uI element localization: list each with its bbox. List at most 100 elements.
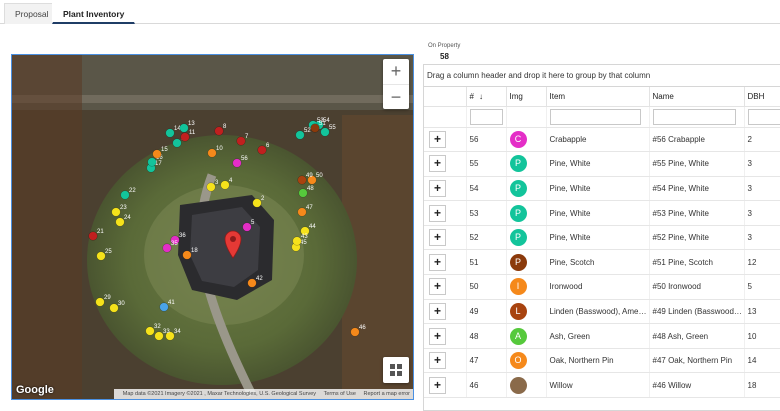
tree-marker[interactable]: 22 — [120, 188, 137, 200]
tree-marker-dot[interactable] — [180, 132, 190, 142]
tree-marker[interactable]: 8 — [214, 124, 227, 136]
tree-marker-dot[interactable] — [111, 207, 121, 217]
tree-marker-dot[interactable] — [147, 157, 157, 167]
tree-marker-dot[interactable] — [88, 231, 98, 241]
tree-marker-dot[interactable] — [115, 217, 125, 227]
tree-marker-dot[interactable] — [172, 138, 182, 148]
tree-marker-dot[interactable] — [292, 236, 302, 246]
tree-marker[interactable]: 30 — [109, 301, 126, 313]
map-view[interactable]: 56 55 54 53 52 51 50 49 48 47 46 45 44 43 42 41 36 35 34 33… — [11, 54, 414, 400]
tree-marker[interactable]: 21 — [88, 229, 105, 241]
tree-marker[interactable]: 29 — [95, 295, 112, 307]
expand-row-button[interactable]: + — [429, 229, 446, 247]
filter-input-name[interactable] — [652, 108, 737, 125]
tree-marker-dot[interactable] — [145, 326, 155, 336]
tree-marker[interactable]: 6 — [257, 143, 270, 155]
tree-marker-dot[interactable] — [159, 302, 169, 312]
terms-link[interactable]: Terms of Use — [324, 391, 356, 397]
tree-marker[interactable]: 10 — [207, 146, 224, 158]
tree-marker-dot[interactable] — [165, 128, 175, 138]
expand-row-button[interactable]: + — [429, 179, 446, 197]
table-row[interactable]: +51 P Pine, Scotch #51 Pine, Scotch 12 — [424, 249, 780, 276]
tree-marker-dot[interactable] — [242, 222, 252, 232]
expand-row-button[interactable]: + — [429, 352, 446, 370]
tree-marker-dot[interactable] — [182, 250, 192, 260]
tree-marker-dot[interactable] — [206, 182, 216, 192]
tree-marker-dot[interactable] — [152, 149, 162, 159]
tree-marker-dot[interactable] — [96, 251, 106, 261]
tree-marker[interactable]: 52 — [295, 128, 312, 140]
tree-marker[interactable]: 25 — [96, 249, 113, 261]
expand-row-button[interactable]: + — [429, 253, 446, 271]
column-header-dbh[interactable]: DBH — [744, 87, 780, 107]
report-error-link[interactable]: Report a map error — [364, 391, 410, 397]
tree-marker-dot[interactable] — [120, 190, 130, 200]
expand-row-button[interactable]: + — [429, 302, 446, 320]
tree-marker-dot[interactable] — [232, 158, 242, 168]
table-row[interactable]: +48 A Ash, Green #48 Ash, Green 10 — [424, 323, 780, 349]
tree-marker-dot[interactable] — [297, 207, 307, 217]
table-row[interactable]: +52 P Pine, White #52 Pine, White 3 — [424, 225, 780, 251]
tree-marker-dot[interactable] — [257, 145, 267, 155]
tree-marker-dot[interactable] — [310, 123, 320, 133]
tree-marker[interactable]: 42 — [247, 276, 264, 288]
tree-marker[interactable]: 48 — [298, 186, 315, 198]
tree-marker[interactable]: 15 — [152, 147, 169, 159]
table-row[interactable]: +46 Willow #46 Willow 18 — [424, 372, 780, 399]
tree-marker[interactable]: 24 — [115, 215, 132, 227]
tree-marker-dot[interactable] — [247, 278, 257, 288]
map-pin-icon[interactable] — [224, 230, 242, 259]
tree-marker-dot[interactable] — [298, 188, 308, 198]
tree-marker[interactable]: 4 — [220, 178, 233, 190]
tree-marker[interactable]: 2 — [252, 196, 265, 208]
tree-marker-dot[interactable] — [220, 180, 230, 190]
table-row[interactable]: +54 P Pine, White #54 Pine, White 3 — [424, 176, 780, 202]
table-row[interactable]: +50 I Ironwood #50 Ironwood 5 — [424, 274, 780, 300]
map-layers-button[interactable] — [383, 357, 409, 383]
tree-marker-dot[interactable] — [236, 136, 246, 146]
table-row[interactable]: +56 C Crabapple #56 Crabapple 2 — [424, 127, 780, 153]
table-row[interactable]: +49 L Linden (Basswood), American #49 Linde… — [424, 299, 780, 325]
tab-plant-inventory[interactable]: Plant Inventory — [52, 3, 136, 24]
tree-marker-dot[interactable] — [162, 243, 172, 253]
filter-input-item[interactable] — [549, 108, 641, 125]
filter-input-number[interactable] — [469, 108, 503, 125]
tree-marker[interactable]: 3 — [206, 180, 219, 192]
tree-marker[interactable]: 14 — [165, 126, 182, 138]
tree-marker-dot[interactable] — [214, 126, 224, 136]
zoom-in-button[interactable]: + — [383, 59, 409, 84]
tree-marker[interactable]: 35 — [162, 241, 179, 253]
tree-marker-dot[interactable] — [252, 198, 262, 208]
tree-marker[interactable]: 46 — [350, 325, 367, 337]
tree-marker-dot[interactable] — [295, 130, 305, 140]
table-row[interactable]: +55 P Pine, White #55 Pine, White 3 — [424, 151, 780, 177]
tree-marker[interactable]: 18 — [182, 248, 199, 260]
tree-marker-dot[interactable] — [350, 327, 360, 337]
expand-row-button[interactable]: + — [429, 155, 446, 173]
tree-marker[interactable]: 5 — [242, 220, 255, 232]
column-header-name[interactable]: Name — [649, 87, 745, 107]
table-row[interactable]: +47 O Oak, Northern Pin #47 Oak, Northern P… — [424, 348, 780, 374]
tree-marker-dot[interactable] — [179, 123, 189, 133]
column-header-img[interactable]: Img — [506, 87, 547, 107]
column-header-item[interactable]: Item — [546, 87, 650, 107]
column-header-number[interactable]: # ↓ — [466, 87, 507, 107]
group-by-panel[interactable]: Drag a column header and drop it here to… — [424, 65, 780, 87]
tree-marker-dot[interactable] — [320, 127, 330, 137]
expand-row-button[interactable]: + — [429, 130, 446, 148]
tree-marker-dot[interactable] — [95, 297, 105, 307]
tree-marker[interactable]: 41 — [159, 300, 176, 312]
table-row[interactable]: +53 P Pine, White #53 Pine, White 3 — [424, 200, 780, 226]
expand-row-button[interactable]: + — [429, 327, 446, 345]
tree-marker-dot[interactable] — [297, 175, 307, 185]
filter-input-dbh[interactable] — [747, 108, 780, 125]
zoom-out-button[interactable]: − — [383, 84, 409, 109]
tree-marker[interactable]: 47 — [297, 205, 314, 217]
tree-marker-dot[interactable] — [109, 303, 119, 313]
tree-marker[interactable]: 7 — [236, 134, 249, 146]
tree-marker-dot[interactable] — [207, 148, 217, 158]
expand-row-button[interactable]: + — [429, 376, 446, 394]
expand-row-button[interactable]: + — [429, 204, 446, 222]
tree-marker-dot[interactable] — [154, 331, 164, 341]
expand-row-button[interactable]: + — [429, 278, 446, 296]
